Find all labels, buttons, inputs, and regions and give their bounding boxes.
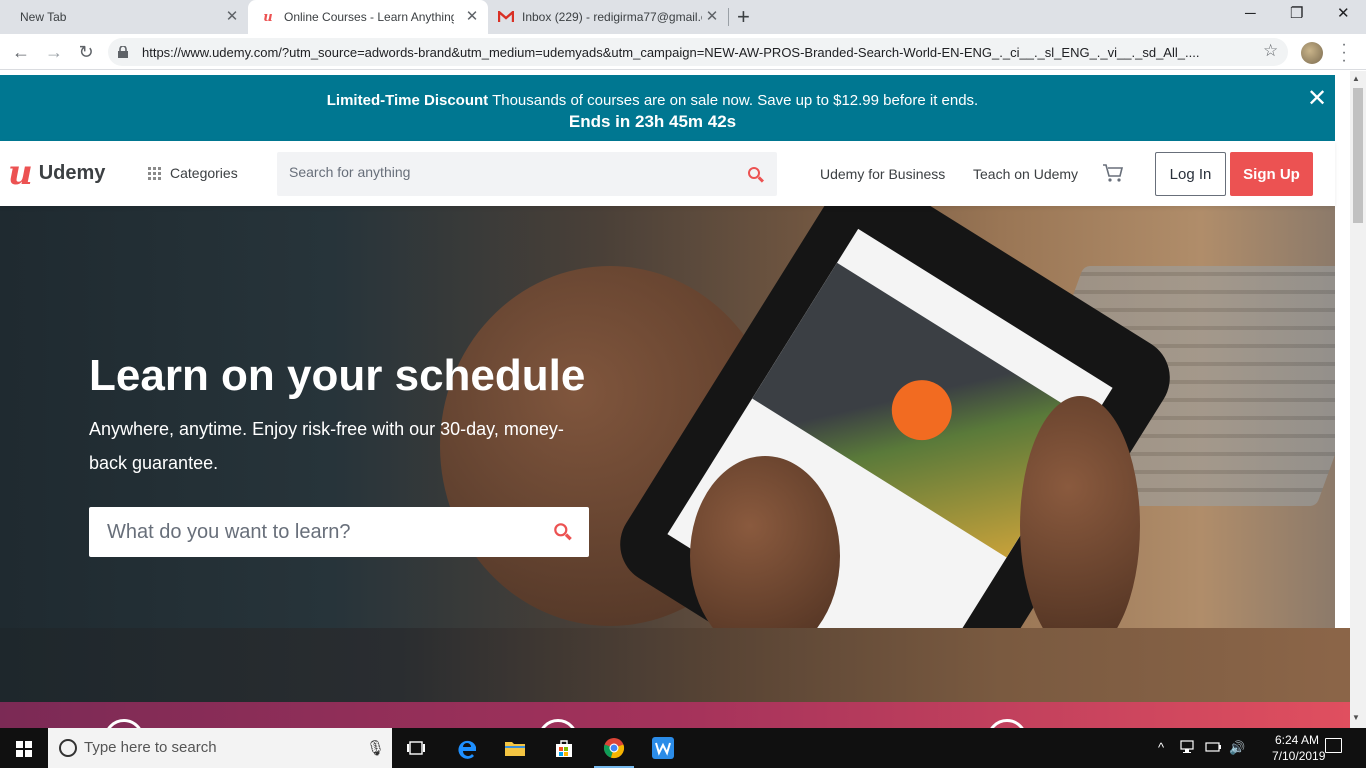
- hero-subtitle: Anywhere, anytime. Enjoy risk-free with …: [89, 419, 564, 473]
- tab-label: Inbox (229) - redigirma77@gmail.com - Gm…: [522, 10, 702, 24]
- microsoft-store-icon[interactable]: [552, 736, 576, 760]
- address-bar[interactable]: https://www.udemy.com/?utm_source=adword…: [108, 38, 1288, 66]
- hero-search-input[interactable]: [107, 521, 537, 544]
- udemy-logo[interactable]: u Udemy: [8, 153, 106, 193]
- window-close-button[interactable]: ✕: [1337, 4, 1350, 24]
- action-center-icon[interactable]: [1325, 738, 1342, 753]
- microphone-icon[interactable]: 🎙: [366, 739, 385, 757]
- value-prop-icon: [538, 719, 578, 728]
- value-prop-icon: [104, 719, 144, 728]
- tray-overflow-icon[interactable]: ^: [1158, 740, 1164, 755]
- scroll-up-icon[interactable]: ▲: [1352, 74, 1360, 83]
- taskbar-search: 🎙: [48, 728, 392, 768]
- tab-gmail[interactable]: Inbox (229) - redigirma77@gmail.com - Gm…: [488, 0, 728, 34]
- value-props-banner: [0, 702, 1350, 728]
- url-text[interactable]: https://www.udemy.com/?utm_source=adword…: [142, 45, 1252, 60]
- wps-writer-icon[interactable]: [651, 736, 675, 760]
- task-view-icon[interactable]: [404, 736, 428, 760]
- site-header: u Udemy Categories Udemy for Business Te…: [0, 141, 1335, 206]
- promo-close-icon[interactable]: ✕: [1307, 87, 1327, 111]
- header-search: [277, 152, 777, 196]
- tab-new-tab[interactable]: New Tab ✕: [0, 0, 248, 34]
- grid-icon: [148, 166, 161, 180]
- cart-icon[interactable]: [1102, 163, 1124, 183]
- promo-text: Limited-Time Discount Thousands of cours…: [0, 92, 1305, 109]
- login-button[interactable]: Log In: [1155, 152, 1226, 196]
- hero-search: [89, 507, 589, 557]
- hero-image-continuation: [0, 628, 1335, 702]
- udemy-favicon-icon: u: [263, 9, 273, 25]
- gmail-favicon-icon: [498, 9, 514, 25]
- tab-label: Online Courses - Learn Anything, On Your…: [284, 10, 454, 24]
- browser-toolbar: ← → ↻ https://www.udemy.com/?utm_source=…: [0, 34, 1366, 70]
- search-icon[interactable]: [748, 167, 765, 183]
- back-button[interactable]: ←: [9, 40, 33, 64]
- forward-button[interactable]: →: [42, 40, 66, 64]
- file-explorer-icon[interactable]: [503, 736, 527, 760]
- promo-description: Thousands of courses are on sale now. Sa…: [488, 92, 979, 109]
- minimize-button[interactable]: ─: [1245, 4, 1256, 24]
- reload-button[interactable]: ↻: [74, 40, 98, 64]
- edge-browser-icon[interactable]: [455, 736, 479, 760]
- scroll-down-icon[interactable]: ▼: [1352, 713, 1360, 722]
- taskbar-clock[interactable]: 6:24 AM 7/10/2019: [1272, 732, 1326, 764]
- hero-section: Learn on your schedule Anywhere, anytime…: [0, 206, 1335, 628]
- new-tab-button[interactable]: +: [737, 5, 750, 29]
- browser-menu-icon[interactable]: · · ·: [1339, 37, 1349, 69]
- promo-countdown: Ends in 23h 45m 42s: [568, 112, 737, 131]
- tab-label: New Tab: [20, 10, 67, 24]
- tab-udemy[interactable]: u Online Courses - Learn Anything, On Yo…: [248, 0, 488, 34]
- udemy-logo-word: Udemy: [38, 161, 106, 184]
- hero-title: Learn on your schedule: [89, 351, 586, 400]
- taskbar-search-input[interactable]: [84, 739, 354, 756]
- value-prop-icon: [987, 719, 1027, 728]
- promo-banner: Limited-Time Discount Thousands of cours…: [0, 75, 1335, 141]
- teach-on-udemy-link[interactable]: Teach on Udemy: [973, 166, 1078, 182]
- tab-close-icon[interactable]: ✕: [464, 9, 480, 25]
- battery-plug-icon[interactable]: [1205, 740, 1223, 757]
- udemy-for-business-link[interactable]: Udemy for Business: [820, 166, 945, 182]
- tab-divider: [728, 8, 729, 26]
- volume-icon[interactable]: 🔊: [1229, 740, 1245, 756]
- lock-icon: [118, 45, 128, 58]
- tab-close-icon[interactable]: ✕: [704, 9, 720, 25]
- udemy-logo-mark: u: [8, 153, 33, 193]
- clock-time: 6:24 AM: [1274, 733, 1320, 747]
- windows-start-icon[interactable]: [16, 741, 32, 757]
- categories-label: Categories: [170, 165, 238, 181]
- header-search-input[interactable]: [289, 164, 729, 180]
- bookmark-star-icon[interactable]: ☆: [1263, 41, 1278, 61]
- windows-taskbar: 🎙 ^ 🔊 6:24 AM 7/10/2019: [0, 728, 1366, 768]
- restore-button[interactable]: ❐: [1290, 4, 1303, 24]
- profile-avatar[interactable]: [1301, 42, 1323, 64]
- scrollbar-thumb[interactable]: [1353, 88, 1363, 223]
- tab-close-icon[interactable]: ✕: [224, 9, 240, 25]
- chrome-icon[interactable]: [594, 736, 634, 768]
- clock-date: 7/10/2019: [1272, 749, 1326, 763]
- browser-tab-strip: New Tab ✕ u Online Courses - Learn Anyth…: [0, 0, 1366, 34]
- cortana-icon[interactable]: [59, 739, 77, 757]
- udemy-page: Limited-Time Discount Thousands of cours…: [0, 71, 1350, 728]
- categories-menu[interactable]: Categories: [148, 165, 238, 181]
- signup-button[interactable]: Sign Up: [1230, 152, 1313, 196]
- hero-image-edge: [1335, 628, 1350, 702]
- promo-title: Limited-Time Discount: [326, 92, 489, 109]
- network-icon[interactable]: [1180, 740, 1198, 757]
- search-icon[interactable]: [554, 523, 572, 541]
